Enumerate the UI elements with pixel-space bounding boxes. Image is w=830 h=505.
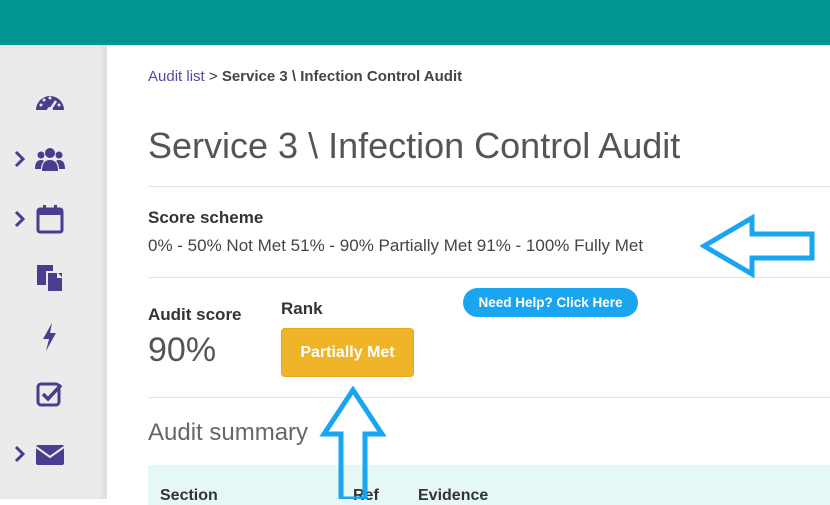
need-help-button[interactable]: Need Help? Click Here (463, 288, 638, 317)
sidebar-item-documents[interactable] (0, 258, 106, 298)
sidebar-item-actions[interactable] (0, 317, 106, 357)
audit-score-value: 90% (148, 331, 217, 369)
documents-icon (37, 265, 64, 293)
checkbox-icon (36, 382, 63, 407)
breadcrumb-current: Service 3 \ Infection Control Audit (221, 68, 463, 85)
breadcrumb-separator: > (208, 68, 218, 85)
column-header-evidence[interactable]: Evidence (418, 487, 488, 505)
rank-label: Rank (281, 299, 323, 318)
annotation-arrow-up-icon (319, 386, 387, 499)
lightning-icon (43, 323, 56, 351)
rank-badge: Partially Met (281, 328, 414, 377)
chevron-right-icon (14, 445, 26, 463)
sidebar-item-audits[interactable] (0, 374, 106, 414)
sidebar-item-users[interactable] (0, 139, 106, 179)
breadcrumb: Audit list > Service 3 \ Infection Contr… (148, 68, 462, 85)
score-scheme-text: 0% - 50% Not Met 51% - 90% Partially Met… (148, 236, 644, 255)
annotation-arrow-left-icon (700, 213, 815, 279)
sidebar (0, 45, 107, 499)
sidebar-item-calendar[interactable] (0, 199, 106, 239)
sidebar-item-dashboard[interactable] (0, 82, 106, 122)
chevron-right-icon (14, 150, 26, 168)
sidebar-item-messages[interactable] (0, 434, 106, 474)
calendar-icon (36, 205, 64, 234)
column-header-section[interactable]: Section (160, 487, 218, 505)
audit-summary-title: Audit summary (148, 419, 309, 446)
envelope-icon (35, 445, 65, 465)
breadcrumb-audit-list-link[interactable]: Audit list (148, 68, 205, 85)
score-scheme-label: Score scheme (148, 208, 264, 227)
page-title: Service 3 \ Infection Control Audit (148, 125, 681, 166)
users-icon (35, 148, 65, 171)
top-bar (0, 0, 830, 45)
divider (148, 186, 830, 187)
audit-score-label: Audit score (148, 305, 242, 324)
dashboard-icon (36, 96, 64, 113)
chevron-right-icon (14, 210, 26, 228)
divider (148, 397, 830, 398)
audit-summary-table-header: Section Ref Evidence (148, 465, 830, 505)
